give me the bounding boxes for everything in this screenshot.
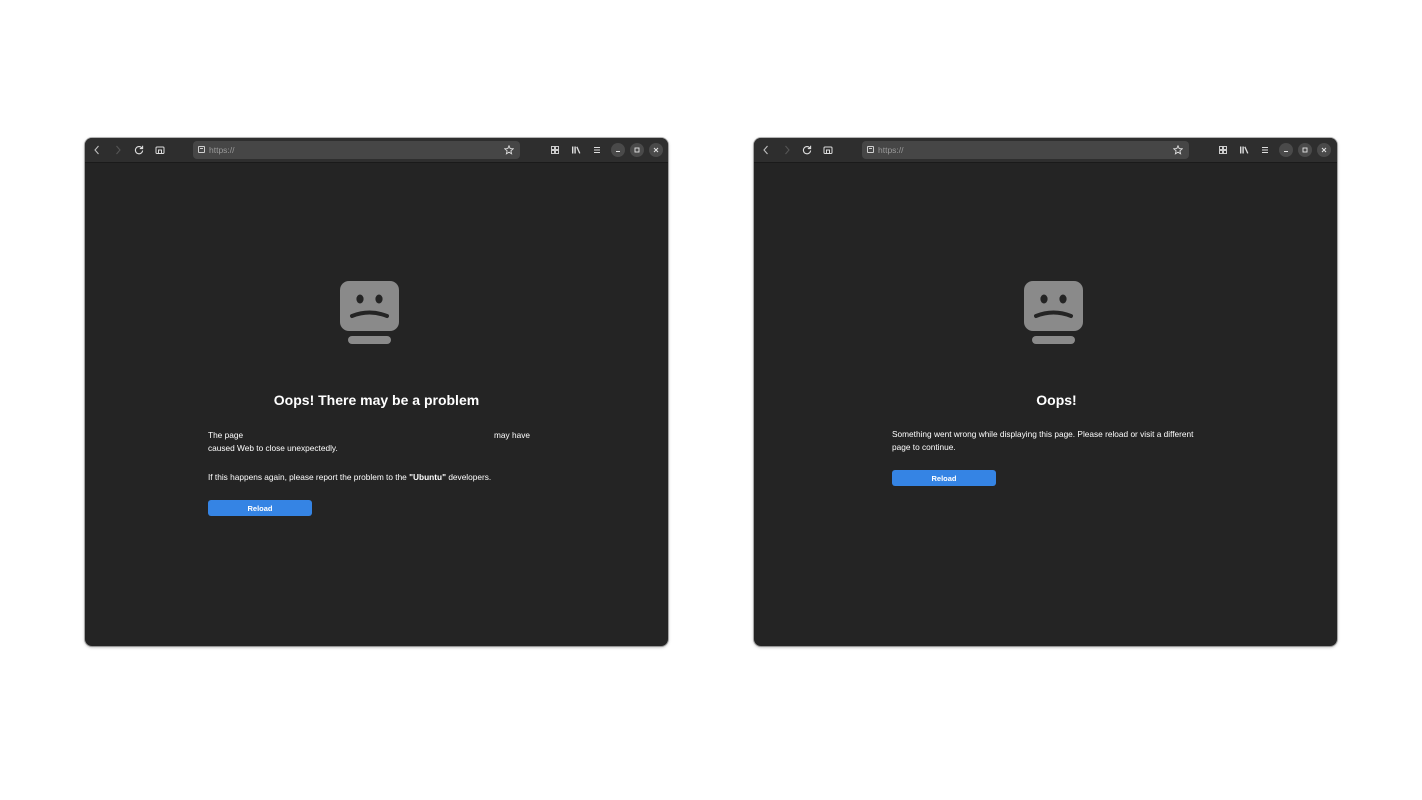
report-prefix: If this happens again, please report the…	[208, 472, 410, 482]
headerbar: https://	[85, 138, 668, 163]
page-suffix-text: may have	[494, 430, 530, 440]
bookmark-star-icon	[1173, 145, 1183, 155]
reader-mode-button[interactable]	[820, 142, 836, 158]
back-button[interactable]	[758, 142, 774, 158]
minimize-button[interactable]	[1279, 143, 1293, 157]
maximize-icon	[634, 147, 640, 153]
report-vendor: "Ubuntu"	[409, 472, 447, 482]
error-title: Oops! There may be a problem	[273, 392, 480, 408]
site-info-icon[interactable]	[867, 146, 874, 153]
close-icon	[653, 147, 659, 153]
back-icon	[94, 145, 99, 155]
url-text[interactable]: https://	[878, 145, 904, 155]
headerbar: https://	[754, 138, 1337, 163]
reload-page-button[interactable]: Reload	[208, 500, 312, 516]
reader-mode-button[interactable]	[152, 142, 168, 158]
minimize-icon	[1284, 151, 1288, 152]
library-icon	[1240, 146, 1249, 154]
reload-page-button[interactable]: Reload	[892, 470, 996, 486]
close-button[interactable]	[649, 143, 663, 157]
tabs-overview-icon	[551, 146, 559, 154]
browser-window-left: https:// Oops! There may be a problem Th…	[85, 138, 668, 646]
main-menu-button[interactable]	[1257, 142, 1273, 158]
page-prefix-text: The page	[208, 430, 244, 440]
tabs-overview-button[interactable]	[1215, 142, 1231, 158]
forward-button[interactable]	[110, 142, 126, 158]
url-bar[interactable]: https://	[862, 141, 1189, 159]
sad-face-icon	[1024, 281, 1083, 344]
reload-icon	[134, 145, 144, 155]
maximize-button[interactable]	[1298, 143, 1312, 157]
error-description-line1: The page may have	[208, 429, 530, 442]
error-message: Something went wrong while displaying th…	[892, 429, 1194, 452]
tabs-overview-button[interactable]	[547, 142, 563, 158]
bookmark-star-button[interactable]	[502, 143, 516, 157]
back-button[interactable]	[89, 142, 105, 158]
menu-icon	[594, 147, 600, 153]
back-icon	[763, 145, 768, 155]
error-description-line2: caused Web to close unexpectedly.	[208, 443, 338, 453]
report-suffix: developers.	[446, 472, 492, 482]
forward-icon	[116, 145, 121, 155]
minimize-icon	[616, 151, 620, 152]
error-page: Oops! Something went wrong while display…	[754, 163, 1337, 646]
error-page: Oops! There may be a problem The page ma…	[85, 163, 668, 646]
url-text[interactable]: https://	[209, 145, 235, 155]
bookmark-star-icon	[504, 145, 514, 155]
library-button[interactable]	[568, 142, 584, 158]
tabs-overview-icon	[1219, 146, 1227, 154]
forward-icon	[785, 145, 790, 155]
bookmark-star-button[interactable]	[1171, 143, 1185, 157]
main-menu-button[interactable]	[589, 142, 605, 158]
reload-icon	[802, 145, 812, 155]
error-title: Oops!	[1036, 392, 1077, 408]
menu-icon	[1262, 147, 1268, 153]
browser-window-right: https:// Oops! Something went wrong whil…	[754, 138, 1337, 646]
maximize-button[interactable]	[630, 143, 644, 157]
reader-mode-icon	[823, 146, 833, 154]
minimize-button[interactable]	[611, 143, 625, 157]
close-button[interactable]	[1317, 143, 1331, 157]
site-info-icon[interactable]	[198, 146, 205, 153]
library-button[interactable]	[1236, 142, 1252, 158]
url-bar[interactable]: https://	[193, 141, 520, 159]
reload-button[interactable]	[799, 142, 815, 158]
report-text: If this happens again, please report the…	[208, 471, 568, 484]
sad-face-icon	[340, 281, 399, 344]
forward-button[interactable]	[779, 142, 795, 158]
maximize-icon	[1302, 147, 1308, 153]
close-icon	[1321, 147, 1327, 153]
reload-button[interactable]	[131, 142, 147, 158]
reader-mode-icon	[155, 146, 165, 154]
library-icon	[572, 146, 581, 154]
